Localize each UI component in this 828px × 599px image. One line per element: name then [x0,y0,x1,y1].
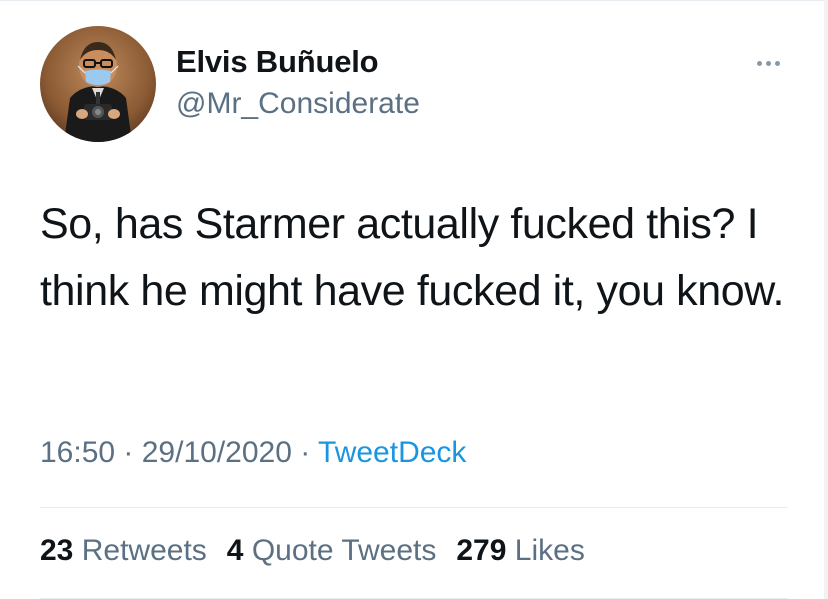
likes-label: Likes [514,534,585,567]
quote-tweets-label: Quote Tweets [251,534,437,567]
meta-separator: · [291,436,319,469]
avatar[interactable] [40,26,156,142]
retweets-count: 23 [40,534,74,567]
likes-stat[interactable]: 279 Likes [456,534,584,568]
quote-tweets-stat[interactable]: 4 Quote Tweets [227,534,437,568]
tweet-meta: 16:50 · 29/10/2020 · TweetDeck [40,436,466,470]
more-dot [774,60,780,66]
scroll-edge [824,0,828,599]
top-divider [0,0,828,1]
avatar-photo [40,26,156,142]
retweets-label: Retweets [81,534,207,567]
author-display-name[interactable]: Elvis Buñuelo [176,44,379,80]
meta-separator: · [115,436,142,469]
more-dot [765,60,771,66]
author-handle[interactable]: @Mr_Considerate [176,87,420,121]
more-options-icon[interactable] [748,52,788,74]
tweet-time[interactable]: 16:50 [40,436,115,469]
retweets-stat[interactable]: 23 Retweets [40,534,207,568]
tweet-source-link[interactable]: TweetDeck [318,436,466,469]
tweet-date[interactable]: 29/10/2020 [142,436,292,469]
stats-top-divider [40,507,788,508]
likes-count: 279 [456,534,507,567]
engagement-stats: 23 Retweets 4 Quote Tweets 279 Likes [40,534,585,568]
quote-tweets-count: 4 [226,534,244,567]
tweet-text: So, has Starmer actually fucked this? I … [40,200,785,315]
more-dot [756,60,762,66]
